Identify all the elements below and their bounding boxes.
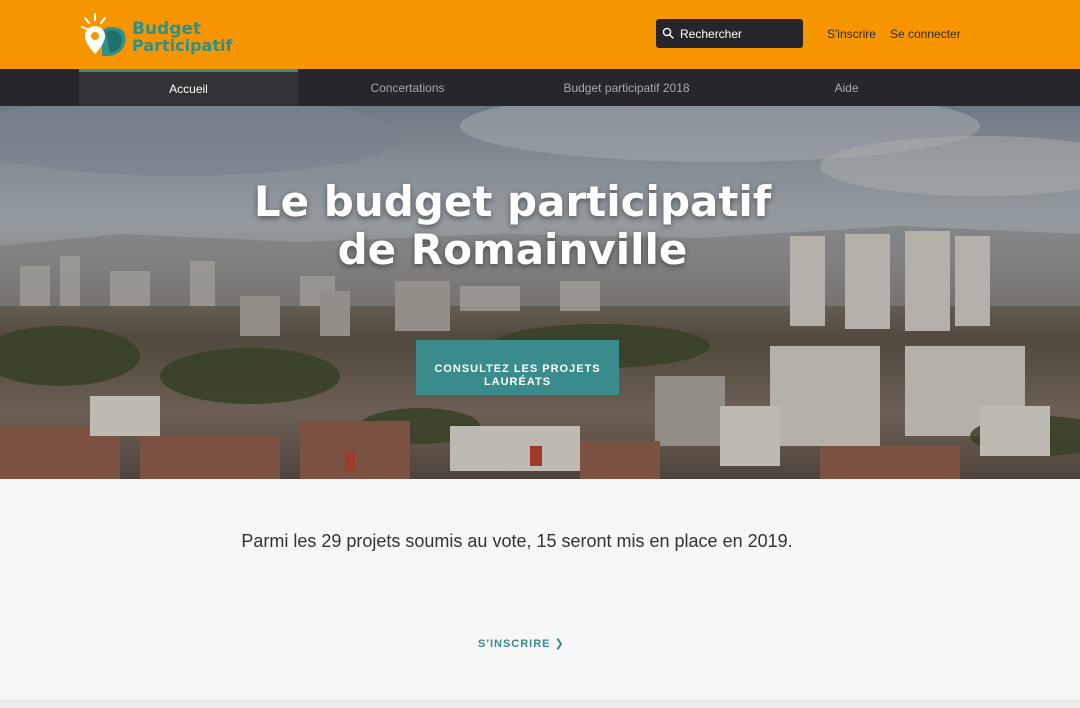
search-input[interactable]: [680, 19, 798, 48]
intro-text: Parmi les 29 projets soumis au vote, 15 …: [241, 531, 793, 551]
tab-budget-participatif-2018[interactable]: Budget participatif 2018: [517, 69, 736, 106]
hero-banner: Le budget participatif de Romainville CO…: [0, 106, 1080, 479]
hero-title-line2: de Romainville: [337, 225, 688, 274]
signup-link[interactable]: S'inscrire: [827, 27, 876, 41]
logo-wordmark: Budget Participatif: [132, 21, 233, 55]
logo-line2: Participatif: [132, 36, 233, 55]
logo-pin-icon: [81, 13, 126, 56]
hero-title-line1: Le budget participatif: [253, 177, 772, 226]
tab-aide[interactable]: Aide: [737, 69, 956, 106]
tab-accueil[interactable]: Accueil: [79, 69, 298, 106]
search-icon: [662, 27, 674, 39]
tab-concertations[interactable]: Concertations: [298, 69, 517, 106]
view-winning-projects-button[interactable]: CONSULTEZ LES PROJETS LAURÉATS: [416, 340, 619, 395]
main-nav: Accueil Concertations Budget participati…: [0, 69, 1080, 106]
budget-participatif-logo[interactable]: Budget Participatif: [80, 12, 232, 58]
search-box[interactable]: [656, 19, 803, 48]
signup-cta-link[interactable]: S'INSCRIRE ❯: [478, 637, 565, 650]
hero-title: Le budget participatif de Romainville: [0, 178, 1025, 274]
signup-cta-label: S'INSCRIRE: [478, 638, 551, 650]
site-header: Budget Participatif S'inscrire Se connec…: [0, 0, 1080, 69]
city-skyline-image: [0, 106, 1080, 479]
cta-line1: CONSULTEZ LES PROJETS: [434, 362, 601, 375]
chevron-right-icon: ❯: [554, 638, 565, 650]
login-link[interactable]: Se connecter: [890, 27, 961, 41]
footer-strip: [0, 699, 1080, 708]
cta-line2: LAURÉATS: [483, 375, 552, 388]
